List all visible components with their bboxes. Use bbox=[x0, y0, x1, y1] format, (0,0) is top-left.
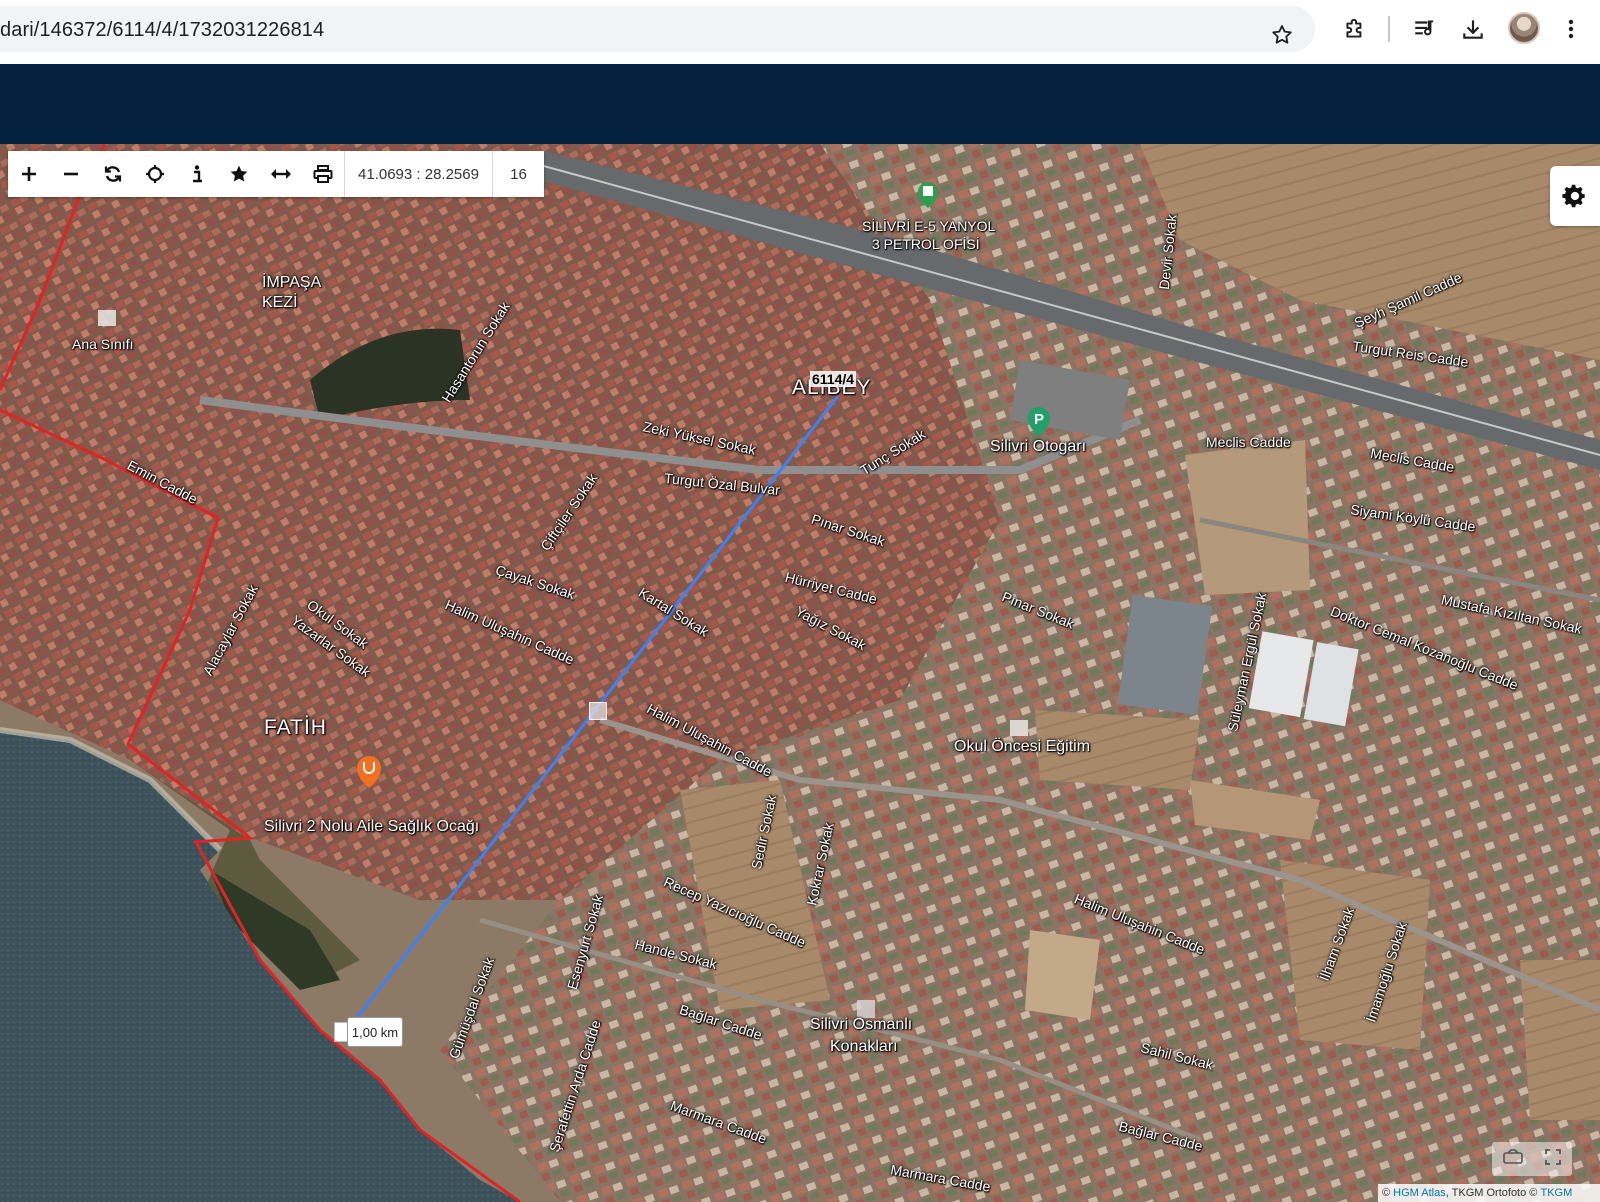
distance-label: 1,00 km bbox=[347, 1017, 403, 1047]
settings-button[interactable] bbox=[1550, 166, 1600, 226]
map-toolbar: 41.0693 : 28.2569 16 bbox=[8, 151, 544, 197]
refresh-tool[interactable] bbox=[92, 151, 134, 197]
map-label-impasa: İMPAŞA bbox=[262, 274, 322, 291]
favorite-tool[interactable] bbox=[218, 151, 260, 197]
toolbar-separator bbox=[1388, 16, 1390, 42]
info-icon bbox=[193, 165, 202, 183]
star-icon bbox=[230, 165, 248, 182]
map-attribution: © HGM Atlas, TKGM Ortofoto © TKGM bbox=[1378, 1184, 1600, 1202]
attribution-mid: , TKGM Ortofoto © bbox=[1445, 1187, 1538, 1199]
map-label-petrol-line1: SİLİVRİ E-5 YANYOL bbox=[862, 218, 996, 234]
map-corner-controls[interactable] bbox=[1492, 1142, 1572, 1176]
map-label-fatih: FATİH bbox=[264, 716, 327, 739]
attribution-prefix: © bbox=[1382, 1187, 1391, 1199]
refresh-icon bbox=[104, 166, 122, 182]
measure-tool[interactable] bbox=[260, 151, 302, 197]
svg-text:P: P bbox=[1034, 411, 1044, 428]
arrows-horizontal-icon bbox=[271, 169, 291, 179]
more-menu-icon[interactable] bbox=[1554, 12, 1588, 46]
map-label-otogar: Silivri Otogarı bbox=[990, 438, 1087, 455]
satellite-imagery: P bbox=[0, 144, 1600, 1202]
crosshair-icon bbox=[146, 165, 164, 183]
gear-icon bbox=[1562, 184, 1585, 208]
attribution-link-tkgm[interactable]: TKGM bbox=[1540, 1187, 1572, 1199]
coordinate-readout: 41.0693 : 28.2569 bbox=[344, 151, 492, 197]
school-icon bbox=[98, 310, 116, 326]
bookmark-star-icon[interactable] bbox=[1266, 19, 1298, 51]
zoom-out-tool[interactable] bbox=[50, 151, 92, 197]
app-header bbox=[0, 64, 1600, 144]
plus-icon bbox=[22, 167, 36, 181]
zoom-in-tool[interactable] bbox=[8, 151, 50, 197]
address-bar[interactable]: dari/146372/6114/4/1732031226814 bbox=[0, 6, 1315, 52]
parcel-label: 6114/4 bbox=[810, 371, 857, 387]
map-label-petrol-line2: 3 PETROL OFİSİ bbox=[872, 236, 980, 252]
reading-list-icon[interactable] bbox=[1408, 12, 1442, 46]
measure-midpoint-handle[interactable] bbox=[589, 702, 607, 720]
download-icon[interactable] bbox=[1456, 12, 1490, 46]
print-tool[interactable] bbox=[302, 151, 344, 197]
url-text[interactable]: dari/146372/6114/4/1732031226814 bbox=[0, 19, 324, 42]
minus-icon bbox=[64, 172, 78, 176]
attribution-link-hgm[interactable]: HGM Atlas bbox=[1393, 1187, 1446, 1199]
map-view[interactable]: P İMPAŞA KEZİ Ana Sınıfı ALİBEY FATİH Si… bbox=[0, 144, 1600, 1202]
map-label-kezi: KEZİ bbox=[262, 294, 298, 311]
street-label: Meclis Cadde bbox=[1206, 434, 1291, 450]
fullscreen-icon[interactable] bbox=[1544, 1148, 1562, 1171]
school-icon-east bbox=[1010, 720, 1028, 736]
info-tool[interactable] bbox=[176, 151, 218, 197]
layer-toggle-icon[interactable] bbox=[1502, 1148, 1524, 1171]
map-label-saglik-ocagi: Silivri 2 Nolu Aile Sağlık Ocağı bbox=[264, 818, 480, 835]
map-label-osmanli-line1: Silivri Osmanlı bbox=[810, 1016, 913, 1033]
extensions-icon[interactable] bbox=[1338, 12, 1372, 46]
printer-icon bbox=[313, 165, 333, 183]
map-label-okul-oncesi: Okul Öncesi Eğitim bbox=[954, 738, 1091, 755]
map-label-osmanli-line2: Konakları bbox=[830, 1038, 898, 1055]
locate-tool[interactable] bbox=[134, 151, 176, 197]
map-label-ana-sinifi: Ana Sınıfı bbox=[72, 336, 134, 352]
profile-avatar[interactable] bbox=[1508, 12, 1540, 44]
zoom-level-readout: 16 bbox=[492, 151, 544, 197]
browser-toolbar: dari/146372/6114/4/1732031226814 bbox=[0, 0, 1600, 64]
